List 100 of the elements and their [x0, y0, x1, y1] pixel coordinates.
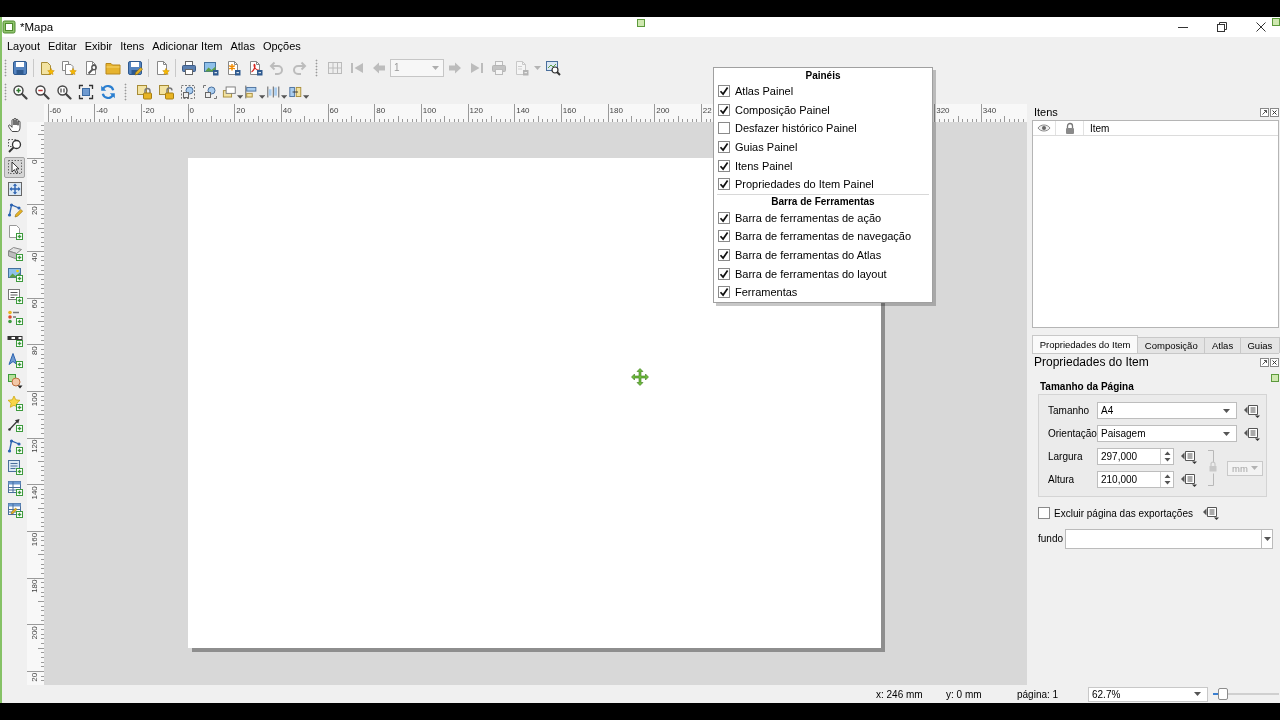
checkmark-icon [719, 86, 729, 97]
close-icon[interactable] [1255, 22, 1266, 32]
checkbox[interactable] [718, 267, 730, 280]
unlock-icon[interactable] [158, 84, 174, 100]
caret-icon[interactable] [1223, 431, 1230, 436]
menu-item[interactable]: Barra de ferramentas do layout [714, 264, 932, 283]
spin-box[interactable]: 210,000 [1097, 471, 1174, 488]
resize-icon[interactable] [288, 84, 303, 100]
arrow-plus-icon [6, 416, 23, 433]
menu-item[interactable]: Desfazer histórico Painel [714, 119, 932, 138]
field-list-icon[interactable] [1243, 426, 1261, 441]
checkbox[interactable] [718, 85, 730, 98]
stacked-layers-icon[interactable] [222, 84, 237, 100]
menu-item[interactable]: Barra de ferramentas de navegação [714, 227, 932, 246]
menu-item[interactable]: Atlas Painel [714, 82, 932, 101]
slider-thumb[interactable] [1217, 688, 1228, 700]
zoom-out-icon[interactable] [34, 84, 50, 100]
field-list-icon[interactable] [1180, 472, 1198, 487]
zoom-in-icon[interactable] [12, 84, 28, 100]
checkbox[interactable] [718, 141, 730, 154]
printer-icon[interactable] [181, 59, 197, 76]
square-marker-icon [1271, 374, 1279, 382]
caret-icon[interactable] [302, 95, 309, 99]
spin-arrows-icon[interactable] [1163, 451, 1171, 462]
polyline-plus-icon [6, 437, 23, 454]
tab[interactable]: Guias [1239, 337, 1280, 353]
document-star-icon[interactable] [39, 59, 55, 76]
ruler-label: 120 [30, 439, 39, 453]
asterisk-document-icon[interactable] [225, 59, 241, 76]
menu-item[interactable]: Itens [116, 40, 149, 52]
menu-item[interactable]: Propriedades do Item Painel [714, 174, 932, 194]
ungroup-icon[interactable] [202, 84, 218, 100]
tab[interactable]: Propriedades do Item [1032, 335, 1139, 353]
column-header[interactable]: Item [1084, 122, 1110, 134]
menu-item[interactable]: Barra de ferramentas do Atlas [714, 245, 932, 265]
float-icon[interactable] [1260, 107, 1269, 117]
color-button[interactable] [1065, 528, 1273, 549]
spin-arrows-icon[interactable] [1163, 474, 1171, 485]
refresh-icon[interactable] [100, 84, 116, 100]
caret-icon[interactable] [1263, 536, 1271, 541]
checkbox[interactable] [718, 230, 730, 243]
shapes-icon [6, 373, 23, 390]
align-left-icon[interactable] [244, 84, 259, 100]
distribute-icon[interactable] [266, 84, 281, 100]
caret-icon[interactable] [1194, 692, 1201, 696]
fit-to-page-icon[interactable] [78, 84, 94, 100]
checkbox-label: Excluir página das exportações [1054, 507, 1193, 519]
tab[interactable]: Atlas [1204, 337, 1241, 353]
tool-button[interactable] [4, 156, 25, 179]
save-pencil-icon[interactable] [127, 59, 143, 76]
ruler-label: 0 [189, 106, 194, 115]
checkbox[interactable] [1038, 507, 1050, 519]
zoom-combo[interactable]: 62.7% [1088, 686, 1208, 702]
close-icon[interactable] [1270, 107, 1279, 117]
menu-item[interactable]: Ferramentas [714, 282, 932, 302]
move-arrows-icon [6, 180, 23, 197]
magnifier-map-icon[interactable] [545, 59, 561, 76]
ruler-label: 0 [30, 159, 39, 164]
checkbox[interactable] [718, 122, 730, 135]
lock-icon[interactable] [136, 84, 152, 100]
document-wrench-icon[interactable] [83, 59, 99, 76]
pdf-document-icon[interactable] [247, 59, 263, 76]
ruler-label: 100 [422, 106, 437, 115]
menu-item[interactable]: Itens Painel [714, 156, 932, 175]
menu-item[interactable]: Guias Painel [714, 137, 932, 157]
picture-plus-icon [6, 266, 23, 283]
close-icon[interactable] [1270, 357, 1279, 367]
group-icon[interactable] [180, 84, 196, 100]
restore-icon[interactable] [1216, 22, 1227, 32]
menu-item[interactable]: Editar [44, 40, 81, 52]
tab[interactable]: Composição [1137, 337, 1206, 353]
spin-box[interactable]: 297,000 [1097, 448, 1174, 465]
field-list-icon[interactable] [1180, 449, 1198, 464]
checkbox[interactable] [718, 211, 730, 224]
menu-item[interactable]: Exibir [80, 40, 117, 52]
zoom-actual-icon[interactable] [56, 84, 72, 100]
menu-item[interactable]: Barra de ferramentas de ação [714, 208, 932, 228]
checkbox[interactable] [718, 103, 730, 116]
menu-item[interactable]: Adicionar Item [148, 40, 227, 52]
caret-icon[interactable] [280, 95, 287, 99]
caret-icon[interactable] [236, 95, 243, 99]
float-icon[interactable] [1260, 357, 1269, 367]
menu-item[interactable]: Atlas [226, 40, 259, 52]
field-list-icon[interactable] [1243, 403, 1261, 418]
menu-item[interactable]: Composição Painel [714, 100, 932, 120]
caret-icon[interactable] [1223, 408, 1230, 413]
caret-icon[interactable] [258, 95, 265, 99]
checkbox[interactable] [718, 249, 730, 262]
checkbox[interactable] [718, 286, 730, 299]
page-star-icon[interactable] [154, 59, 170, 76]
menu-item[interactable]: Opções [258, 40, 305, 52]
copy-star-icon[interactable] [61, 59, 77, 76]
checkbox[interactable] [718, 178, 730, 191]
checkbox[interactable] [718, 159, 730, 172]
dropdown[interactable]: Paisagem [1097, 425, 1237, 442]
menu-item[interactable]: Layout [3, 40, 45, 52]
field-list-icon[interactable] [1202, 506, 1220, 520]
picture-export-icon[interactable] [203, 59, 219, 76]
dropdown[interactable]: A4 [1097, 402, 1237, 419]
save-icon[interactable] [12, 59, 28, 76]
